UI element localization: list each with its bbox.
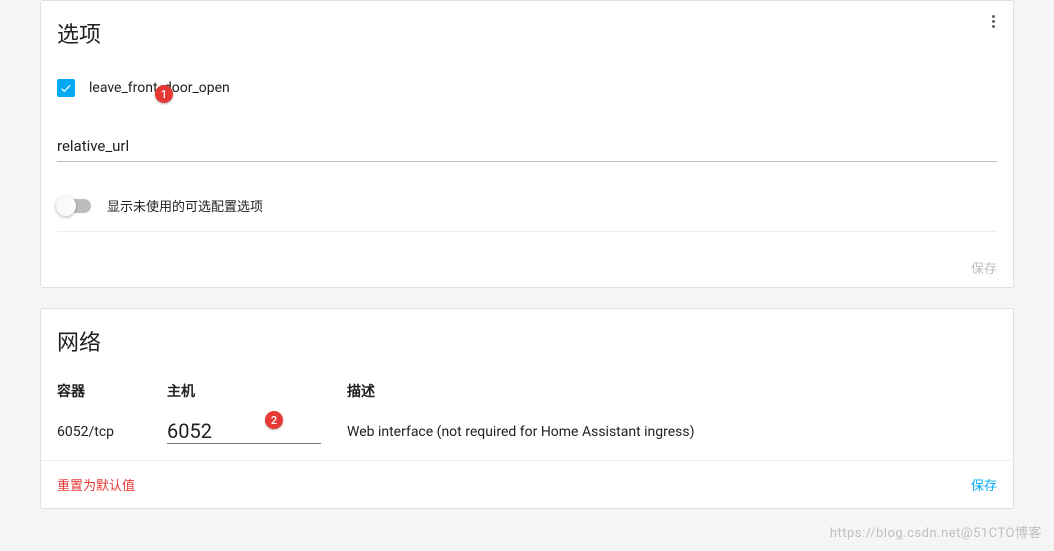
network-table-header: 容器 主机 描述	[57, 381, 997, 401]
checkbox-row: leave_front_door_open 1	[57, 79, 997, 97]
network-table: 容器 主机 描述 6052/tcp Web interface (not req…	[57, 381, 997, 444]
network-save-button[interactable]: 保存	[971, 475, 997, 494]
reset-defaults-button[interactable]: 重置为默认值	[57, 475, 135, 494]
options-save-button[interactable]: 保存	[971, 258, 997, 277]
network-table-row: 6052/tcp Web interface (not required for…	[57, 419, 997, 444]
row-desc-value: Web interface (not required for Home Ass…	[347, 424, 997, 440]
kebab-menu-icon[interactable]	[979, 7, 1007, 35]
checkmark-icon	[59, 81, 73, 95]
show-unused-toggle-row: 显示未使用的可选配置选项	[57, 196, 997, 232]
header-desc: 描述	[347, 381, 997, 401]
host-port-input[interactable]	[167, 419, 321, 444]
toggle-label: 显示未使用的可选配置选项	[107, 196, 263, 215]
header-host: 主机	[167, 381, 347, 401]
leave-front-door-open-checkbox[interactable]	[57, 79, 75, 97]
watermark-text: https://blog.csdn.net@51CTO博客	[830, 522, 1042, 541]
relative-url-input-wrap	[57, 131, 997, 162]
options-title: 选项	[57, 17, 997, 49]
network-card: 网络 容器 主机 描述 6052/tcp Web interface (not …	[40, 308, 1014, 509]
options-card: 选项 leave_front_door_open 1 显示未使用的可选配置选项 …	[40, 0, 1014, 288]
network-title: 网络	[57, 325, 997, 357]
options-save-row: 保存	[41, 248, 1013, 287]
row-container-value: 6052/tcp	[57, 424, 167, 440]
annotation-badge-1: 1	[155, 85, 173, 103]
annotation-badge-2: 2	[265, 411, 283, 429]
show-unused-toggle[interactable]	[57, 199, 91, 213]
network-footer: 重置为默认值 保存	[41, 460, 1013, 508]
relative-url-input[interactable]	[57, 131, 997, 162]
toggle-knob	[56, 196, 76, 216]
header-container: 容器	[57, 381, 167, 401]
